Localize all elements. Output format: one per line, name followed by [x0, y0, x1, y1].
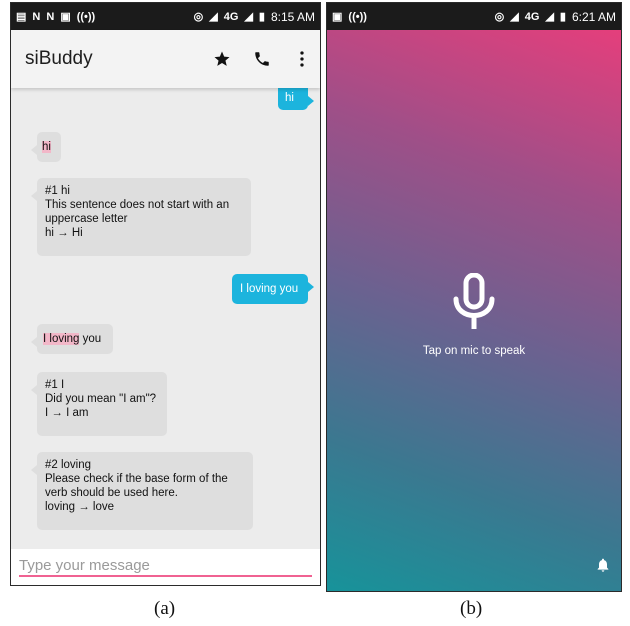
- message-input[interactable]: [19, 555, 312, 577]
- figure-caption-a: (a): [154, 598, 176, 619]
- figure-caption-b: (b): [460, 598, 483, 619]
- notification-icons: ▣ ((•)): [332, 10, 367, 24]
- highlighted-text: hi: [42, 141, 51, 153]
- sent-message-text: I loving you: [240, 283, 299, 295]
- correction-title: #1 I: [45, 379, 65, 391]
- phone-chat-screen: ▤ N N ▣ ((•)) ◎ ◢ 4G ◢ ▮ 8:15 AM siBuddy: [10, 2, 321, 586]
- correction-card: #1 hi This sentence does not start with …: [31, 178, 251, 256]
- more-vert-icon[interactable]: [292, 49, 312, 69]
- signal-icon: ◢: [244, 11, 253, 23]
- image-notification-icon: ▣: [332, 11, 343, 23]
- phone-icon[interactable]: [252, 49, 272, 69]
- signal-icon: ◢: [545, 11, 554, 23]
- clock: 8:15 AM: [270, 9, 315, 24]
- battery-icon: ▮: [258, 11, 265, 23]
- correction-change: I → I am: [45, 407, 89, 419]
- network-type-label: 4G: [524, 10, 540, 23]
- voice-hint-text: Tap on mic to speak: [422, 345, 526, 357]
- app-title: siBuddy: [25, 48, 93, 69]
- sent-message: I loving you: [232, 274, 314, 304]
- system-icons: ◎ ◢ 4G ◢ ▮ 6:21 AM: [495, 10, 616, 24]
- hotspot-icon: ◎: [494, 11, 505, 23]
- app-bar: siBuddy: [11, 30, 320, 88]
- bell-icon[interactable]: [595, 557, 611, 573]
- star-icon[interactable]: [212, 49, 232, 69]
- correction-title: #1 hi: [45, 185, 70, 197]
- radio-icon: ((•)): [76, 10, 96, 23]
- radio-icon: ((•)): [348, 10, 367, 23]
- system-icons: ◎ ◢ 4G ◢ ▮ 8:15 AM: [194, 10, 315, 24]
- n-notification-icon: N: [46, 10, 55, 23]
- message-composer: [11, 549, 320, 585]
- highlighted-text: I loving: [43, 333, 80, 345]
- correction-card: #1 I Did you mean "I am"? I → I am: [31, 372, 167, 436]
- correction-text: Please check if the base form of the ver…: [45, 473, 228, 499]
- image-notification-icon: ▣: [60, 11, 71, 23]
- battery-icon: ▮: [559, 11, 566, 23]
- received-message: I loving you: [31, 324, 113, 354]
- sent-message-text: hi: [285, 92, 294, 104]
- signal-icon: ◢: [510, 11, 519, 23]
- clock: 6:21 AM: [571, 9, 616, 24]
- signal-icon: ◢: [209, 11, 218, 23]
- correction-change: loving → love: [45, 501, 115, 513]
- n-notification-icon: N: [32, 10, 41, 23]
- voice-prompt: Tap on mic to speak: [327, 271, 621, 357]
- correction-text: This sentence does not start with an upp…: [45, 199, 230, 225]
- correction-change: hi → Hi: [45, 227, 83, 239]
- chat-message-list: hi hi #1 hi This sentence does not start…: [11, 88, 320, 549]
- notification-icons: ▤ N N ▣ ((•)): [16, 10, 96, 24]
- received-message: hi: [31, 132, 61, 162]
- correction-card: #2 loving Please check if the base form …: [31, 452, 253, 530]
- message-text: you: [79, 333, 102, 345]
- sent-message: hi: [278, 88, 314, 110]
- network-type-label: 4G: [223, 10, 239, 23]
- app-notification-icon: ▤: [16, 11, 27, 23]
- phone-voice-screen: ▣ ((•)) ◎ ◢ 4G ◢ ▮ 6:21 AM Tap on mic to…: [326, 2, 622, 592]
- hotspot-icon: ◎: [193, 11, 204, 23]
- mic-icon[interactable]: [447, 271, 501, 333]
- status-bar: ▤ N N ▣ ((•)) ◎ ◢ 4G ◢ ▮ 8:15 AM: [11, 3, 320, 30]
- app-bar-actions: [212, 49, 312, 69]
- status-bar: ▣ ((•)) ◎ ◢ 4G ◢ ▮ 6:21 AM: [327, 3, 621, 30]
- correction-text: Did you mean "I am"?: [45, 393, 157, 405]
- correction-title: #2 loving: [45, 459, 92, 471]
